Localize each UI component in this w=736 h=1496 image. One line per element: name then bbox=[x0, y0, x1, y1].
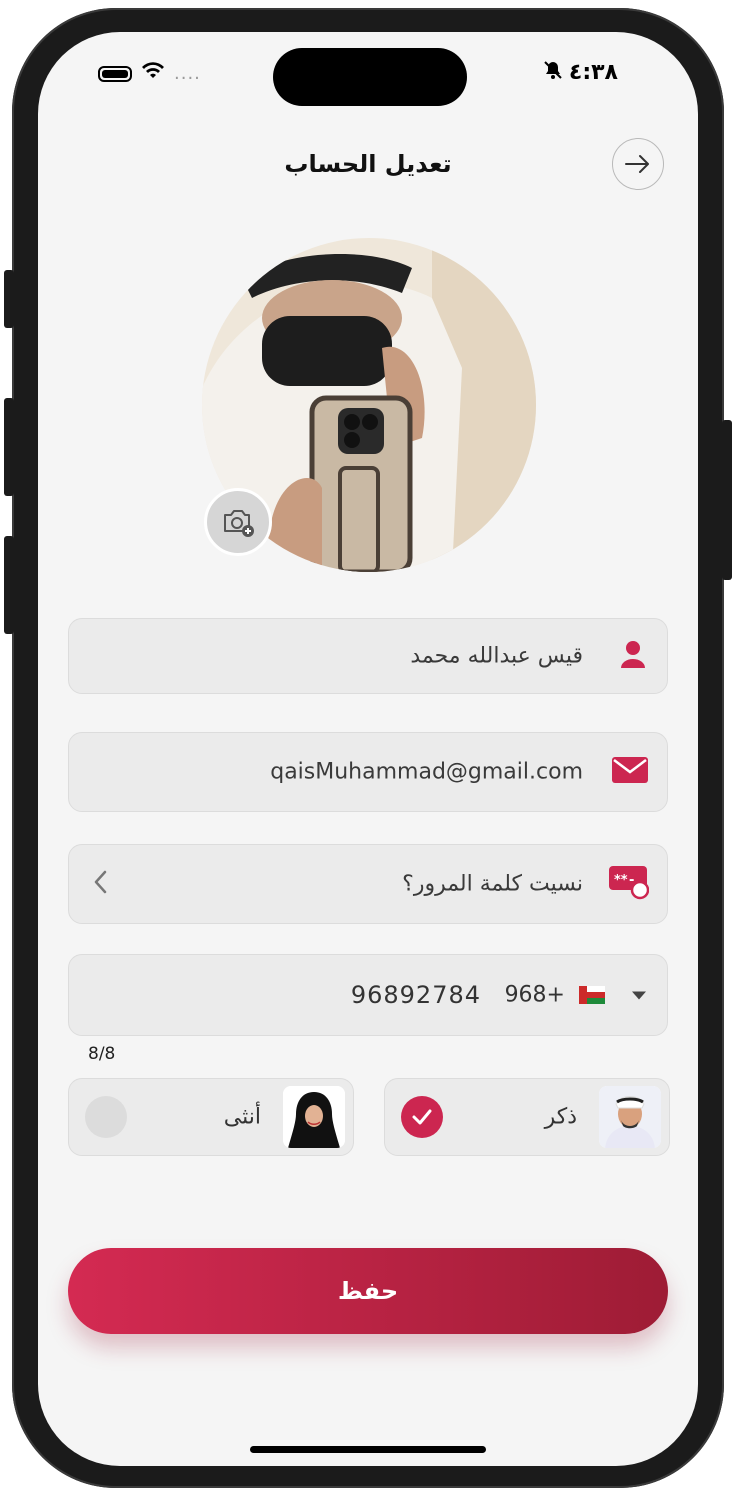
power-button bbox=[722, 420, 732, 580]
female-avatar bbox=[283, 1086, 345, 1148]
page-title: تعديل الحساب bbox=[284, 150, 452, 178]
password-reset-icon: ** - bbox=[609, 864, 650, 904]
volume-up-button bbox=[4, 398, 14, 496]
change-photo-button[interactable] bbox=[204, 488, 272, 556]
user-icon bbox=[617, 638, 649, 674]
email-field[interactable]: qaisMuhammad@gmail.com bbox=[68, 732, 668, 812]
svg-text:**: ** bbox=[614, 873, 628, 888]
name-input[interactable]: قيس عبدالله محمد bbox=[410, 644, 583, 669]
home-indicator bbox=[250, 1446, 486, 1453]
status-time: ٤:٣٨ bbox=[568, 60, 618, 85]
wifi-icon bbox=[142, 62, 164, 85]
gender-female-option[interactable]: أنثى bbox=[68, 1078, 354, 1156]
male-avatar bbox=[599, 1086, 661, 1148]
forgot-password-row[interactable]: ** - نسيت كلمة المرور؟ bbox=[68, 844, 668, 924]
email-input[interactable]: qaisMuhammad@gmail.com bbox=[270, 760, 583, 785]
phone-counter: 8/8 bbox=[88, 1044, 116, 1064]
forgot-password-label: نسيت كلمة المرور؟ bbox=[402, 871, 583, 897]
country-code[interactable]: 968+ bbox=[505, 983, 565, 1008]
camera-plus-icon bbox=[224, 510, 254, 537]
phone-input[interactable]: 96892784 bbox=[351, 981, 481, 1009]
oman-flag-icon bbox=[579, 986, 605, 1004]
envelope-icon bbox=[611, 755, 649, 789]
male-label: ذكر bbox=[544, 1104, 577, 1130]
name-field[interactable]: قيس عبدالله محمد bbox=[68, 618, 668, 694]
check-icon bbox=[412, 1109, 432, 1125]
caret-down-icon[interactable] bbox=[631, 986, 647, 1005]
male-radio-selected[interactable] bbox=[401, 1096, 443, 1138]
gender-male-option[interactable]: ذكر bbox=[384, 1078, 670, 1156]
chevron-left-icon bbox=[93, 870, 107, 898]
app-screen: .... ٤:٣٨ تعديل الحساب قيس عبدالله محمد … bbox=[38, 32, 698, 1466]
battery-icon bbox=[98, 65, 132, 82]
dynamic-island bbox=[273, 48, 467, 106]
arrow-right-icon bbox=[625, 155, 649, 173]
signal-dots: .... bbox=[174, 63, 201, 84]
volume-down-button bbox=[4, 536, 14, 634]
save-button[interactable]: حفظ bbox=[68, 1248, 668, 1334]
female-label: أنثى bbox=[223, 1104, 261, 1130]
bell-slash-icon bbox=[543, 60, 563, 85]
status-left: .... bbox=[98, 62, 201, 85]
phone-field[interactable]: 968+ 96892784 bbox=[68, 954, 668, 1036]
back-button[interactable] bbox=[612, 138, 664, 190]
side-button bbox=[4, 270, 14, 328]
status-right: ٤:٣٨ bbox=[543, 60, 618, 85]
save-label: حفظ bbox=[337, 1277, 399, 1305]
female-radio[interactable] bbox=[85, 1096, 127, 1138]
